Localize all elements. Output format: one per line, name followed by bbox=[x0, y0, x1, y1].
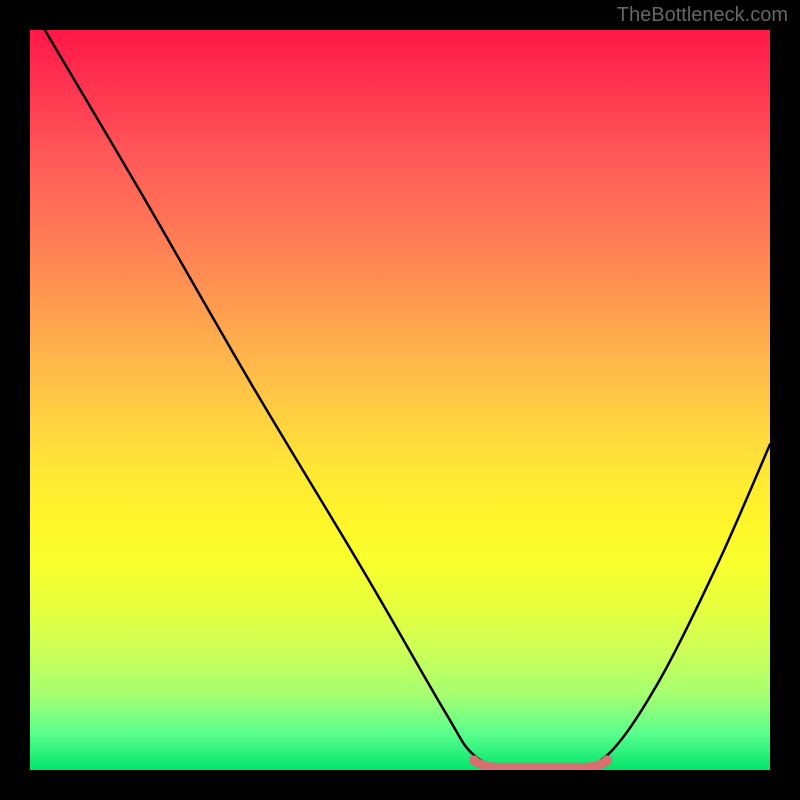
plot-area bbox=[30, 30, 770, 770]
highlight-dot-right bbox=[602, 755, 612, 765]
watermark-text: TheBottleneck.com bbox=[617, 4, 788, 27]
optimal-range-highlight bbox=[474, 760, 607, 767]
bottleneck-curve bbox=[45, 30, 770, 770]
highlight-dot-left bbox=[469, 755, 479, 765]
chart-svg bbox=[30, 30, 770, 770]
